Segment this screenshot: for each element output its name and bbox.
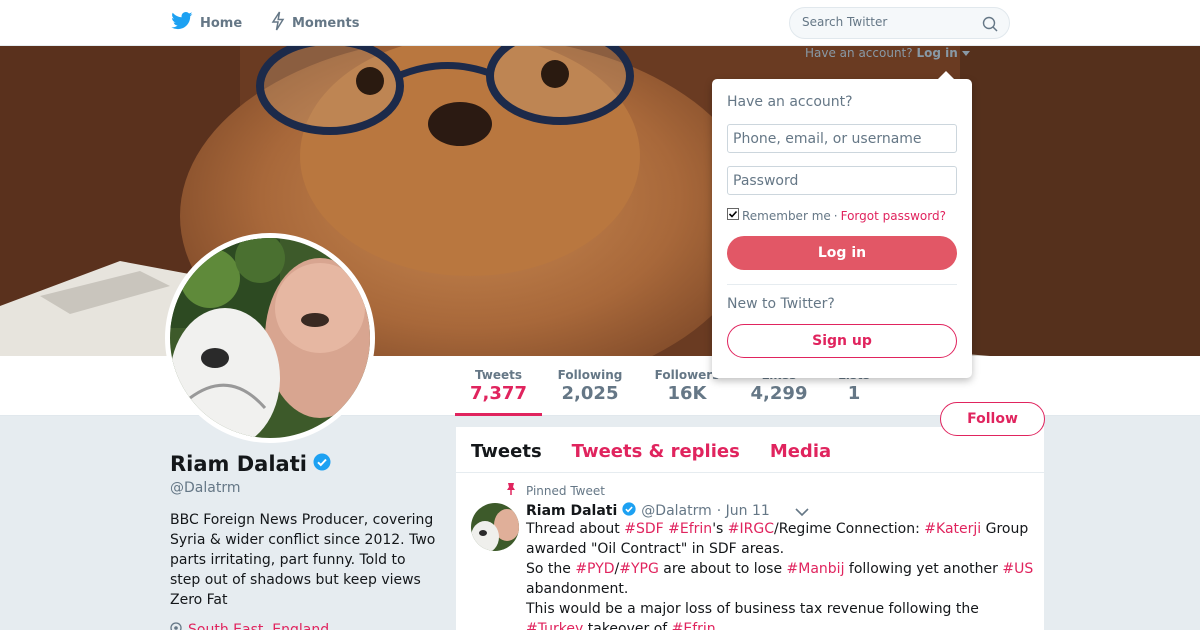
nav-moments-link[interactable]: Moments [271,11,360,35]
hashtag-link[interactable]: #PYD [575,561,614,577]
tweet-text-segment: /Regime Connection: [774,521,925,537]
tweet-header: Riam Dalati @Dalatrm · Jun 11 [526,501,809,521]
search-icon[interactable] [982,16,998,36]
location-text[interactable]: South East, England [188,622,329,630]
nav-moments-label: Moments [292,15,360,31]
tweet-text-line: This would be a major loss of business t… [526,599,1036,630]
signup-button[interactable]: Sign up [727,324,957,358]
timeline: Tweets Tweets & replies Media Pinned Twe… [456,427,1044,630]
top-navigation-bar: Home Moments [0,0,1200,46]
hashtag-link[interactable]: #Efrin [668,521,712,537]
stat-label: Following [557,368,623,382]
follow-button[interactable]: Follow [940,402,1045,436]
tweet-text: Thread about #SDF #Efrin's #IRGC/Regime … [526,519,1036,630]
login-dropdown: Have an account? Remember me · Forgot pa… [712,71,972,378]
tweet-text-segment: This would be a major loss of business t… [526,601,979,617]
remember-checkbox[interactable] [727,208,739,223]
stat-value: 7,377 [470,383,527,404]
tweet-text-segment: abandonment. [526,581,629,597]
hashtag-link[interactable]: #YPG [619,561,659,577]
verified-icon [622,502,636,520]
dropdown-title: Have an account? [727,94,853,110]
stat-value: 16K [667,383,707,404]
nav-home-link[interactable]: Home [171,12,242,34]
dropdown-divider [727,284,957,285]
login-button[interactable]: Log in [727,236,957,270]
pin-icon [506,482,516,499]
tweet-author-name[interactable]: Riam Dalati [526,503,617,519]
hashtag-link[interactable]: #Manbij [787,561,845,577]
profile-name: Riam Dalati [170,452,331,476]
tweet-avatar[interactable] [471,503,519,551]
login-link[interactable]: Log in [916,46,957,60]
forgot-password-link[interactable]: Forgot password? [841,209,946,223]
tweet-text-segment: are about to lose [658,561,787,577]
tab-tweets[interactable]: Tweets [456,427,557,472]
separator-dot: · [833,208,838,223]
caret-down-icon [961,46,970,60]
remember-row: Remember me · Forgot password? [727,208,946,223]
stat-following[interactable]: Following 2,025 [548,368,632,404]
stat-value: 1 [847,383,861,404]
search-input[interactable] [802,15,972,29]
stat-label: Tweets [474,368,523,382]
profile-handle[interactable]: @Dalatrm [170,480,240,496]
hashtag-link[interactable]: #SDF [624,521,663,537]
stat-tweets[interactable]: Tweets 7,377 [455,368,542,416]
hashtag-link[interactable]: #Efrin [672,621,716,630]
tab-media[interactable]: Media [755,427,846,472]
hashtag-link[interactable]: #IRGC [728,521,774,537]
stat-value: 4,299 [750,383,808,404]
tweet-text-segment: following yet another [844,561,1003,577]
pinned-indicator: Pinned Tweet [506,482,605,499]
remember-label[interactable]: Remember me [742,209,831,223]
new-to-twitter-label: New to Twitter? [727,296,835,312]
tweet-author-handle[interactable]: @Dalatrm [641,503,711,519]
profile-name-text[interactable]: Riam Dalati [170,452,307,476]
profile-bio: BBC Foreign News Producer, covering Syri… [170,512,436,608]
stat-value: 2,025 [561,383,619,404]
twitter-bird-icon [171,12,193,34]
username-input[interactable] [727,124,957,153]
hashtag-link[interactable]: #Katerji [924,521,981,537]
profile-avatar[interactable] [165,233,375,443]
hashtag-link[interactable]: #US [1002,561,1033,577]
pinned-label: Pinned Tweet [526,483,605,498]
tweet-text-segment: takeover of [583,621,672,630]
tweet-text-segment: 's [712,521,728,537]
nav-home-label: Home [200,15,243,31]
tweet-text-line: Thread about #SDF #Efrin's #IRGC/Regime … [526,519,1036,559]
tweet-text-segment: Thread about [526,521,625,537]
tweet-text-segment: So the [526,561,576,577]
location-icon [170,622,182,630]
verified-icon [313,452,331,476]
hashtag-link[interactable]: #Turkey [526,621,583,630]
password-input[interactable] [727,166,957,195]
tweet-date[interactable]: · Jun 11 [717,503,770,519]
tweet-text-line: So the #PYD/#YPG are about to lose #Manb… [526,559,1036,599]
profile-location: South East, England [170,622,329,630]
search-box [789,7,1010,39]
bolt-icon [271,11,285,35]
login-hint: Have an account? Log in [805,46,970,60]
account-prompt: Have an account? [805,46,913,60]
tab-tweets-replies[interactable]: Tweets & replies [557,427,755,472]
